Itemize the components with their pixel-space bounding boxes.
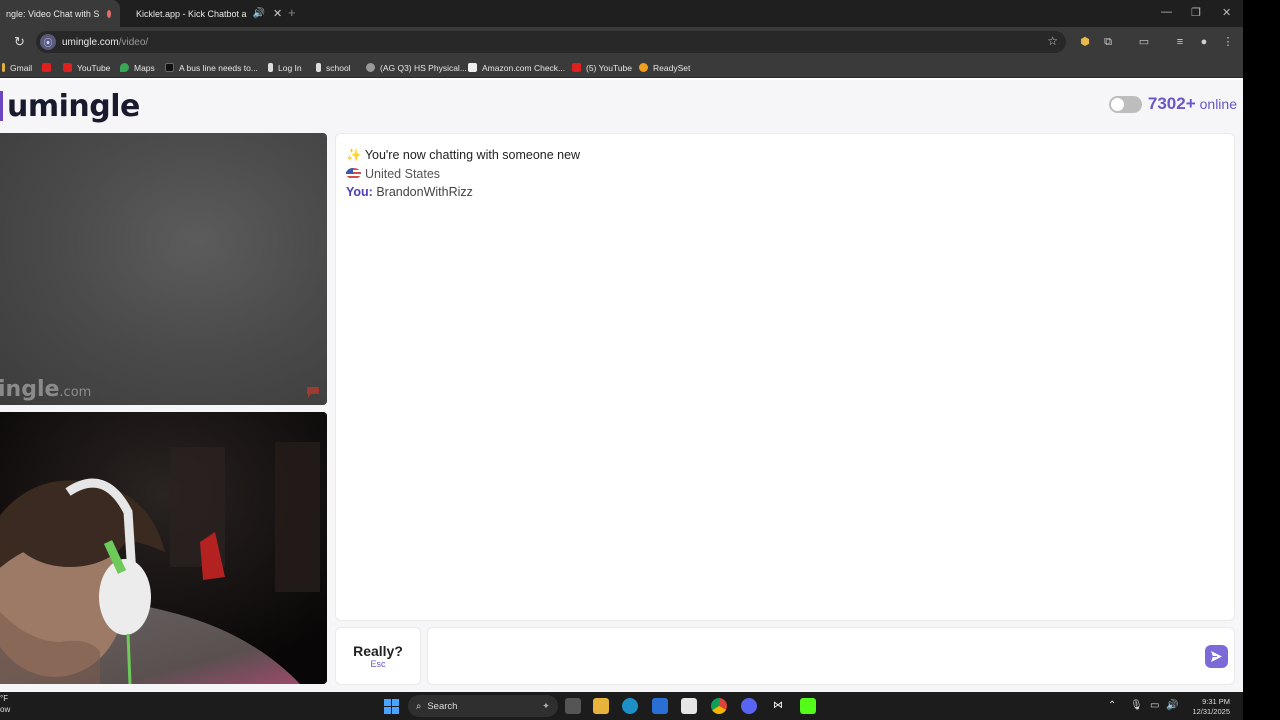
tab-title: ngle: Video Chat with S (6, 8, 100, 19)
menu-icon[interactable]: ⋮ (1221, 35, 1235, 49)
tray-chevron-icon[interactable]: ⌃ (1108, 700, 1116, 711)
recording-icon (107, 9, 112, 18)
extensions-icon[interactable]: ⧉ (1101, 35, 1115, 49)
microphone-icon[interactable]: 🎙 (1130, 700, 1143, 711)
extension-badge-icon[interactable]: ⬢ (1078, 35, 1092, 49)
new-tab-icon[interactable]: + (288, 5, 296, 20)
url-text: umingle.com/video/ (62, 36, 149, 48)
stranger-video: ingle.com (0, 133, 327, 405)
task-view-icon[interactable] (565, 698, 581, 714)
file-explorer-icon[interactable] (593, 698, 609, 714)
network-icon[interactable]: ▭ (1150, 700, 1159, 711)
sparkle-icon: ✨ (346, 148, 362, 162)
profile-icon[interactable]: ● (1197, 35, 1211, 49)
bookmarks-bar: Gmail YouTube Maps A bus line needs to..… (0, 57, 1243, 78)
page: umingle 7302+ online ingle.com ✨ You're … (0, 80, 1243, 692)
screen-margin (1243, 0, 1280, 720)
online-status: 7302+ online (1108, 94, 1237, 114)
close-tab-icon[interactable]: ✕ (119, 7, 120, 20)
video-watermark: ingle.com (0, 377, 92, 402)
system-message: ✨ You're now chatting with someone new (346, 148, 581, 162)
bookmark-youtube[interactable]: YouTube (63, 60, 110, 75)
send-icon (1211, 651, 1222, 662)
chrome-icon[interactable] (711, 698, 727, 714)
media-control-icon[interactable]: ≡ (1173, 35, 1187, 49)
bookmark-youtube-5[interactable]: (5) YouTube (572, 60, 632, 75)
logo-mark (0, 91, 3, 121)
webcam-feed (0, 412, 327, 684)
search-icon: ⌕ (416, 700, 422, 712)
us-flag-icon (346, 168, 361, 179)
browser-toolbar: ↻ ⦿ umingle.com/video/ ☆ ⬢ ⧉ ▭ ≡ ● ⋮ (0, 27, 1243, 57)
self-video (0, 412, 327, 684)
bookmark-school[interactable]: school (316, 60, 351, 75)
online-label: online (1199, 96, 1237, 112)
volume-icon[interactable]: 🔊 (1166, 700, 1178, 711)
tab-title: Kicklet.app - Kick Chatbot a (136, 8, 247, 19)
discord-icon[interactable] (741, 698, 757, 714)
close-tab-icon[interactable]: ✕ (273, 7, 282, 20)
close-window-icon[interactable]: ✕ (1222, 6, 1231, 19)
chat-panel: ✨ You're now chatting with someone new U… (335, 133, 1235, 621)
bookmark-youtube-1[interactable] (42, 60, 56, 75)
site-logo[interactable]: umingle (0, 86, 140, 126)
bookmark-readyset[interactable]: ReadySet (639, 60, 690, 75)
theme-toggle[interactable] (1108, 95, 1142, 113)
audio-icon[interactable]: 🔊 (253, 8, 265, 19)
taskbar: °F ow ⌕ Search ✦ ⋈ ⌃ 🎙 ▭ 🔊 9:31 PM 12/31… (0, 692, 1243, 720)
you-line: You: BrandonWithRizz (346, 185, 473, 199)
tab-kicklet[interactable]: Kicklet.app - Kick Chatbot a 🔊 ✕ (124, 0, 284, 27)
search-highlight-icon: ✦ (542, 700, 550, 712)
skip-button-label: Really? (353, 643, 403, 659)
bookmark-maps[interactable]: Maps (120, 60, 155, 75)
report-flag-icon[interactable] (305, 386, 321, 399)
reload-icon[interactable]: ↻ (14, 34, 25, 50)
weather-widget[interactable]: °F ow (0, 693, 10, 715)
message-input[interactable] (436, 638, 1196, 676)
online-count: 7302+ (1147, 94, 1196, 113)
bookmark-log-in[interactable]: Log In (268, 60, 302, 75)
maximize-icon[interactable]: ❐ (1191, 6, 1201, 19)
start-icon[interactable] (384, 699, 399, 714)
site-info-icon[interactable]: ⦿ (40, 34, 56, 50)
message-box (427, 627, 1235, 685)
bookmark-physical[interactable]: (AG Q3) HS Physical... (366, 60, 467, 75)
skip-button-hint: Esc (370, 659, 386, 669)
tab-umingle[interactable]: ngle: Video Chat with S ✕ (0, 0, 120, 27)
taskbar-search[interactable]: ⌕ Search ✦ (408, 695, 558, 717)
kick-icon[interactable] (800, 698, 816, 714)
bookmark-bus-line[interactable]: A bus line needs to... (165, 60, 258, 75)
country-line: United States (346, 167, 440, 181)
screen: ngle: Video Chat with S ✕ Kicklet.app - … (0, 0, 1243, 692)
logo-text: umingle (7, 88, 140, 124)
bookmark-gmail[interactable]: Gmail (2, 60, 32, 75)
outlook-icon[interactable] (652, 698, 668, 714)
sidebar-icon[interactable]: ▭ (1137, 35, 1151, 49)
tab-bar: ngle: Video Chat with S ✕ Kicklet.app - … (0, 0, 1243, 27)
address-bar[interactable]: ⦿ umingle.com/video/ ☆ (36, 31, 1066, 53)
send-button[interactable] (1205, 645, 1228, 668)
minimize-icon[interactable]: — (1161, 6, 1172, 18)
capcut-icon[interactable]: ⋈ (770, 698, 786, 714)
clock[interactable]: 9:31 PM 12/31/2025 (1186, 697, 1230, 717)
edge-icon[interactable] (622, 698, 638, 714)
bookmark-amazon[interactable]: Amazon.com Check... (468, 60, 565, 75)
bookmark-star-icon[interactable]: ☆ (1047, 34, 1058, 48)
store-icon[interactable] (681, 698, 697, 714)
skip-button[interactable]: Really? Esc (335, 627, 421, 685)
